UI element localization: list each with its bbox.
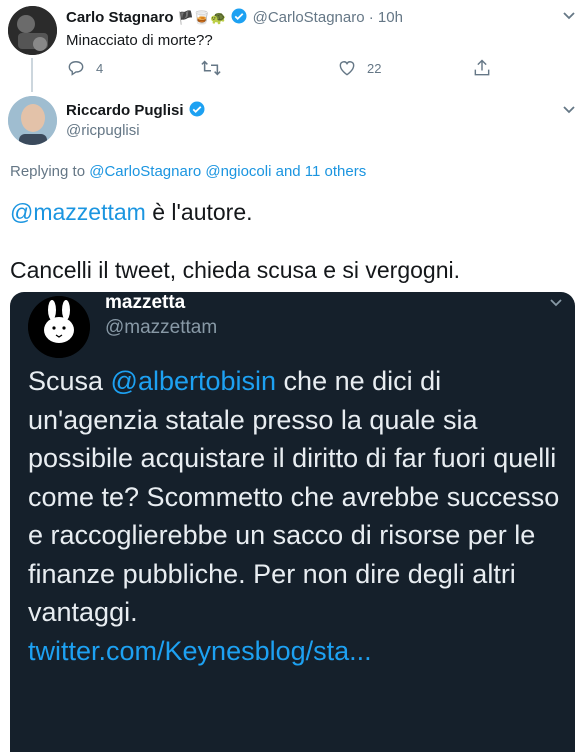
chevron-down-icon[interactable]: [560, 6, 578, 24]
retweet-button[interactable]: [200, 58, 222, 78]
verified-badge-icon: [188, 100, 206, 124]
embedded-tweet-text: Scusa @albertobisin che ne dici di un'ag…: [28, 366, 560, 666]
verified-badge-icon: [230, 7, 248, 31]
embedded-mention: @albertobisin: [110, 366, 277, 396]
embedded-author-name: mazzetta: [105, 292, 186, 313]
embedded-avatar: [28, 296, 90, 358]
avatar-image: [8, 6, 57, 55]
replying-handles-link[interactable]: @CarloStagnaro @ngiocoli: [89, 163, 271, 180]
author-handle[interactable]: @ricpuglisi: [66, 121, 140, 141]
mention-link[interactable]: @mazzettam: [10, 199, 146, 225]
heart-icon: [339, 61, 355, 76]
tweet-time[interactable]: 10h: [378, 9, 403, 26]
avatar-image: [8, 96, 57, 145]
thread-line: [31, 58, 33, 92]
retweet-icon: [201, 60, 221, 76]
author-emojis: 🏴🥃🐢: [177, 10, 227, 25]
tweet-text-line-2: Cancelli il tweet, chieda scusa e si ver…: [10, 257, 461, 283]
embedded-link: twitter.com/Keynesblog/sta...: [28, 635, 372, 666]
tweet-text-line-1: @mazzettam è l'autore.: [10, 199, 253, 225]
time-separator: ·: [368, 9, 374, 26]
embedded-chevron-down-icon: [548, 294, 564, 310]
like-button[interactable]: 22: [337, 58, 381, 78]
author-handle[interactable]: @CarloStagnaro: [253, 9, 365, 26]
author-name[interactable]: Riccardo Puglisi: [66, 102, 184, 119]
share-icon: [474, 59, 490, 76]
author-name[interactable]: Carlo Stagnaro: [66, 9, 174, 26]
avatar[interactable]: [8, 6, 57, 55]
replying-others-link[interactable]: and 11 others: [276, 163, 367, 180]
reply-button[interactable]: 4: [66, 58, 103, 78]
like-count: 22: [367, 60, 382, 76]
reply-count: 4: [96, 60, 104, 76]
parent-tweet[interactable]: Carlo Stagnaro 🏴🥃🐢 @CarloStagnaro · 10h …: [0, 0, 585, 92]
replying-to: Replying to @CarloStagnaro @ngiocoli and…: [10, 163, 367, 180]
chevron-down-icon[interactable]: [560, 100, 578, 118]
share-button[interactable]: [472, 58, 492, 78]
embedded-image[interactable]: mazzetta @mazzettam Scusa @albertobisin …: [10, 292, 575, 752]
avatar[interactable]: [8, 96, 57, 145]
embedded-author-handle: @mazzettam: [105, 317, 218, 338]
reply-icon: [68, 61, 84, 76]
tweet-text: Minacciato di morte??: [66, 32, 213, 49]
rabbit-avatar-icon: [28, 296, 90, 358]
